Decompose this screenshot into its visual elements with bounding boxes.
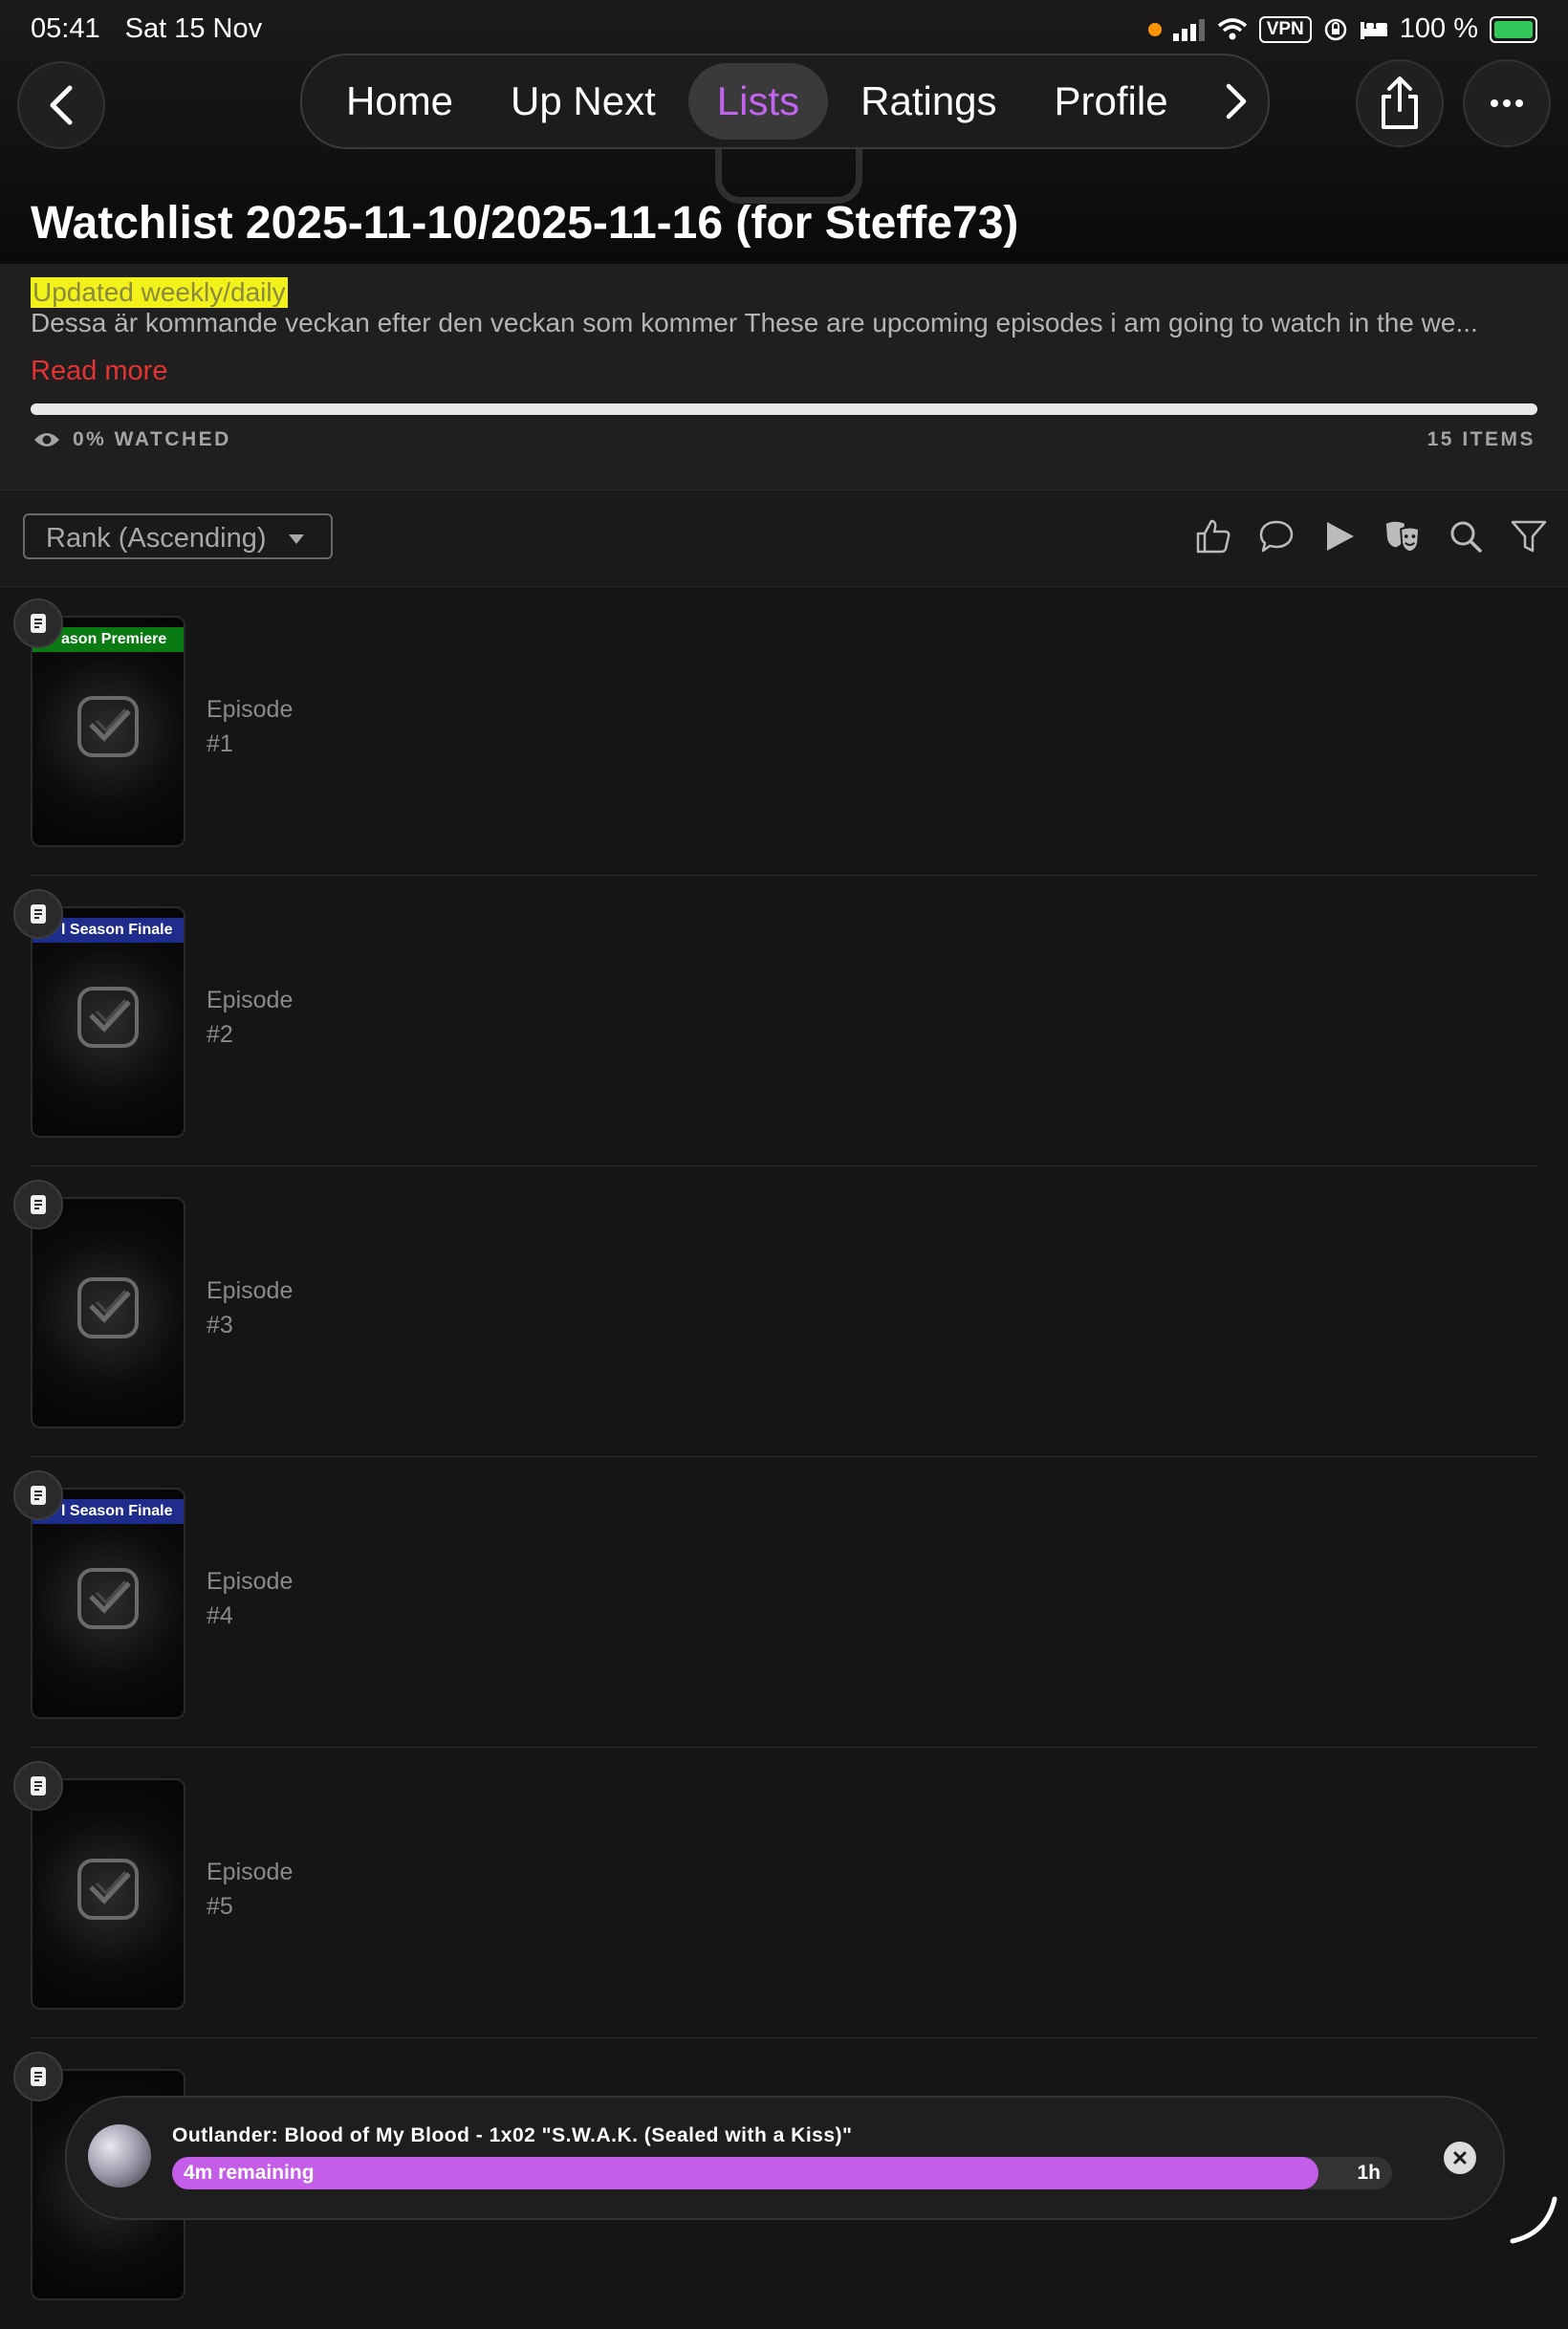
search-icon — [1450, 521, 1482, 553]
list-item[interactable]: l Season Finale Episode #4 — [0, 1457, 1568, 1748]
cellular-signal-icon — [1172, 18, 1205, 41]
note-button[interactable] — [13, 599, 63, 648]
document-icon — [31, 1195, 46, 1214]
placeholder-check-icon — [77, 1859, 139, 1920]
episode-number: #4 — [207, 1602, 233, 1629]
episode-list: ason Premiere Episode #1 l Season Finale — [0, 585, 1568, 2329]
vpn-badge: VPN — [1258, 15, 1312, 43]
placeholder-check-icon — [77, 987, 139, 1048]
placeholder-check-icon — [77, 1277, 139, 1339]
items-count: 15 ITEMS — [1426, 428, 1535, 450]
wifi-icon — [1217, 17, 1247, 39]
search-button[interactable] — [1448, 517, 1484, 555]
sleep-bed-icon — [1360, 21, 1387, 39]
list-item[interactable]: l Season Finale Episode #2 — [0, 876, 1568, 1166]
duration: 1h — [1357, 2162, 1381, 2184]
update-badge: Updated weekly/daily — [31, 277, 288, 308]
recording-dot-icon — [1147, 22, 1162, 36]
share-icon — [1382, 76, 1418, 129]
close-icon — [1453, 2151, 1467, 2165]
document-icon — [31, 2067, 46, 2086]
episode-poster[interactable]: l Season Finale — [31, 1488, 185, 1719]
read-more-link[interactable]: Read more — [31, 356, 167, 387]
home-indicator-icon — [1510, 2196, 1557, 2244]
episode-poster[interactable]: ason Premiere — [31, 616, 185, 847]
sort-label: Rank (Ascending) — [46, 523, 267, 554]
play-filter-button[interactable] — [1321, 517, 1358, 555]
episode-poster[interactable] — [31, 1197, 185, 1428]
document-icon — [31, 614, 46, 633]
chevron-left-icon — [50, 85, 73, 125]
status-bar: 05:41 Sat 15 Nov VPN 100 % — [0, 0, 1568, 57]
episode-label: Episode — [207, 696, 294, 723]
watched-label: 0% WATCHED — [73, 428, 231, 450]
episode-number: #5 — [207, 1893, 233, 1920]
thumbs-up-icon — [1196, 519, 1230, 554]
document-icon — [31, 904, 46, 924]
watched-progress-bar — [31, 403, 1537, 415]
page-title: Watchlist 2025-11-10/2025-11-16 (for Ste… — [31, 198, 1019, 249]
battery-percentage: 100 % — [1399, 13, 1478, 44]
more-button[interactable] — [1463, 59, 1551, 147]
tab-profile[interactable]: Profile — [1026, 63, 1197, 140]
placeholder-check-icon — [77, 1568, 139, 1629]
note-button[interactable] — [13, 1180, 63, 1230]
battery-charging-icon — [1490, 15, 1537, 43]
play-icon — [1327, 522, 1354, 551]
episode-label: Episode — [207, 1568, 294, 1595]
caret-down-icon — [289, 534, 304, 544]
filter-button[interactable] — [1511, 517, 1547, 555]
playback-progress-bar[interactable]: 4m remaining 1h — [172, 2157, 1392, 2189]
episode-number: #2 — [207, 1021, 233, 1048]
eye-icon — [34, 433, 59, 446]
now-playing-bar[interactable]: Outlander: Blood of My Blood - 1x02 "S.W… — [65, 2096, 1505, 2220]
episode-poster[interactable] — [31, 1778, 185, 2010]
tab-up-next[interactable]: Up Next — [482, 63, 685, 140]
note-button[interactable] — [13, 2052, 63, 2101]
theater-masks-icon — [1385, 521, 1421, 554]
nav-tabs: Home Up Next Lists Ratings Profile — [300, 54, 1270, 149]
list-item[interactable]: Episode #3 — [0, 1166, 1568, 1457]
document-icon — [31, 1486, 46, 1505]
list-item[interactable]: ason Premiere Episode #1 — [0, 585, 1568, 876]
watched-status: 0% WATCHED — [33, 428, 231, 451]
episode-number: #3 — [207, 1312, 233, 1339]
placeholder-check-icon — [77, 696, 139, 757]
genre-filter-button[interactable] — [1384, 517, 1421, 555]
description-text: Dessa är kommande veckan efter den vecka… — [31, 308, 1478, 337]
show-artwork — [88, 2124, 151, 2188]
episode-poster[interactable]: l Season Finale — [31, 906, 185, 1138]
like-filter-button[interactable] — [1195, 517, 1231, 555]
share-button[interactable] — [1356, 59, 1444, 147]
note-button[interactable] — [13, 1470, 63, 1520]
list-item[interactable]: Episode #5 — [0, 1748, 1568, 2038]
rotation-lock-icon — [1324, 18, 1347, 40]
status-date: Sat 15 Nov — [124, 13, 263, 44]
note-button[interactable] — [13, 1761, 63, 1811]
list-toolbar: Rank (Ascending) — [0, 490, 1568, 587]
time-remaining: 4m remaining — [184, 2162, 315, 2184]
list-description: Updated weekly/daily Dessa är kommande v… — [0, 264, 1568, 490]
close-player-button[interactable] — [1444, 2142, 1476, 2174]
comments-filter-button[interactable] — [1258, 517, 1295, 555]
tab-lists[interactable]: Lists — [687, 63, 829, 140]
chevron-right-icon[interactable] — [1224, 82, 1249, 120]
tab-ratings[interactable]: Ratings — [832, 63, 1025, 140]
episode-label: Episode — [207, 1277, 294, 1304]
status-time: 05:41 — [31, 13, 100, 44]
note-button[interactable] — [13, 889, 63, 939]
episode-label: Episode — [207, 987, 294, 1013]
tab-home[interactable]: Home — [317, 63, 482, 140]
sort-dropdown[interactable]: Rank (Ascending) — [23, 513, 333, 559]
now-playing-title: Outlander: Blood of My Blood - 1x02 "S.W… — [172, 2124, 853, 2146]
back-button[interactable] — [17, 61, 105, 149]
episode-number: #1 — [207, 730, 233, 757]
ellipsis-icon — [1491, 99, 1523, 107]
playback-progress-fill — [172, 2157, 1319, 2189]
funnel-icon — [1511, 520, 1547, 553]
document-icon — [31, 1776, 46, 1796]
comment-icon — [1259, 520, 1294, 553]
episode-label: Episode — [207, 1859, 294, 1885]
